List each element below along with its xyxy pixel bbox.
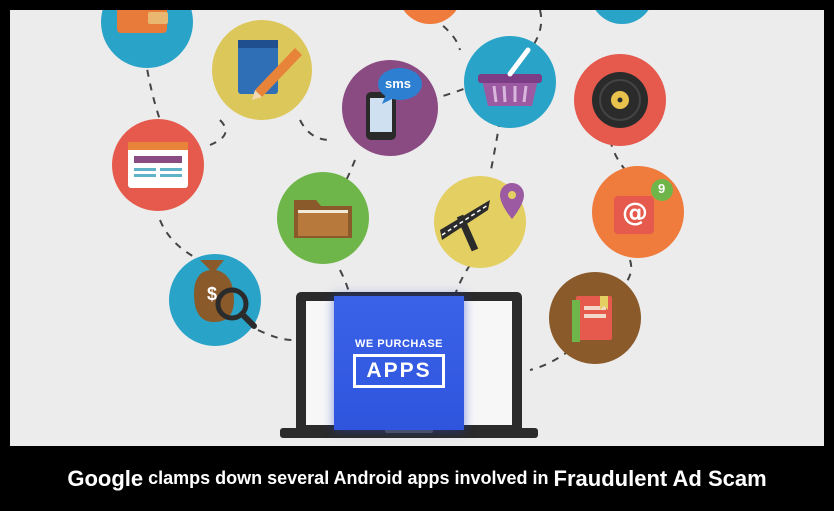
purchase-apps-banner: WE PURCHASE APPS: [334, 296, 464, 430]
notepad-pencil-icon: [212, 20, 312, 120]
browser-window-icon: [112, 119, 204, 211]
caption-bar: Google clamps down several Android apps …: [0, 446, 834, 511]
sms-phone-icon: [342, 60, 438, 156]
wallet-icon: [101, 10, 193, 68]
folder-icon: [277, 172, 369, 264]
illustration: sms @ 9 $ WE PURCHASE APPS: [10, 10, 824, 446]
caption-middle: clamps down several Android apps involve…: [148, 468, 549, 488]
map-pin-icon: [434, 176, 526, 268]
shopping-basket-icon: [464, 36, 556, 128]
sms-label: sms: [385, 76, 412, 91]
dollar-sign: $: [207, 284, 218, 304]
book-icon: [549, 272, 641, 364]
banner-headline: WE PURCHASE: [354, 338, 443, 350]
at-symbol: @: [622, 198, 648, 228]
top-circle-icon: [403, 10, 649, 24]
banner-apps-label: APPS: [353, 354, 445, 388]
caption-google: Google: [67, 465, 144, 491]
caption-fraud: Fraudulent Ad Scam: [553, 465, 767, 491]
vinyl-record-icon: [574, 54, 666, 146]
notification-count: 9: [658, 181, 666, 196]
